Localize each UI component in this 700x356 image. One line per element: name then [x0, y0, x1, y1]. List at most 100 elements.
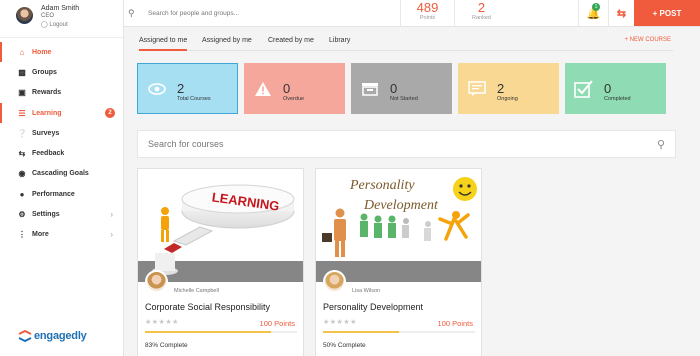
sidebar-item-learning[interactable]: ☰ Learning 2	[0, 102, 123, 124]
rating-stars[interactable]: ★★★★★	[323, 318, 357, 326]
question-icon: ❔	[17, 128, 27, 138]
points-stat[interactable]: 489 Points	[400, 0, 454, 27]
ongoing-card[interactable]: 2 Ongoing	[458, 63, 559, 114]
card-text: 0 Not Started	[390, 82, 418, 102]
avatar[interactable]	[16, 7, 33, 24]
sidebar-item-more[interactable]: ⋮ More ›	[0, 225, 123, 245]
tab-assigned-to-me[interactable]: Assigned to me	[139, 37, 188, 51]
logo-text: engagedly	[34, 330, 87, 342]
learning-badge: 2	[105, 108, 115, 119]
box-icon	[359, 78, 381, 100]
card-label: Not Started	[390, 95, 418, 102]
user-profile[interactable]: Adam Smith CEO ◯ Logout	[0, 0, 123, 38]
card-label: Total Courses	[177, 95, 211, 102]
warning-icon	[252, 78, 274, 100]
course-title[interactable]: Personality Development	[323, 302, 423, 312]
course-card[interactable]: LEARNING Michelle Campbell Corporate Soc…	[137, 168, 304, 356]
completed-card[interactable]: 0 Completed	[565, 63, 666, 114]
chevron-right-icon: ›	[110, 210, 113, 220]
completion-text: 50% Complete	[323, 342, 366, 349]
sidebar-item-surveys[interactable]: ❔ Surveys	[0, 123, 123, 143]
card-label: Overdue	[283, 95, 305, 102]
total-courses-card[interactable]: 2 Total Courses	[137, 63, 238, 114]
logout-link[interactable]: ◯ Logout	[41, 21, 79, 28]
card-value: 2	[177, 80, 185, 96]
summary-cards: 2 Total Courses 0 Overdue 0 Not Started …	[137, 63, 695, 114]
sidebar-item-groups[interactable]: ▩ Groups	[0, 62, 123, 82]
ranked-stat[interactable]: 2 Ranked	[454, 0, 508, 27]
sidebar-item-performance[interactable]: ● Performance	[0, 184, 123, 204]
tab-assigned-by-me[interactable]: Assigned by me	[202, 37, 252, 44]
search-input[interactable]	[148, 9, 388, 17]
not-started-card[interactable]: 0 Not Started	[351, 63, 452, 114]
rating-stars[interactable]: ★★★★★	[145, 318, 179, 326]
image-text-2: Development	[363, 198, 439, 213]
overdue-card[interactable]: 0 Overdue	[244, 63, 345, 114]
sidebar-item-home[interactable]: ⌂ Home	[0, 42, 123, 63]
course-author: Michelle Campbell	[174, 288, 219, 294]
tab-created-by-me[interactable]: Created by me	[268, 37, 314, 44]
course-author: Lisa Wilson	[352, 288, 381, 294]
sidebar-item-settings[interactable]: ⚙ Settings ›	[0, 204, 123, 224]
user-role: CEO	[41, 13, 55, 19]
chat-icon	[466, 78, 488, 100]
topbar: ⚲ 489 Points 2 Ranked 🔔 1 ⇆ + POST	[124, 0, 700, 27]
progress-bar	[323, 331, 475, 333]
new-course-button[interactable]: + NEW COURSE	[624, 37, 671, 43]
search-icon[interactable]: ⚲	[657, 138, 665, 151]
sidebar-nav: ⌂ Home ▩ Groups ▣ Rewards ☰ Learning 2 ❔…	[0, 42, 123, 245]
course-points: 100 Points	[437, 319, 473, 328]
progress-fill	[145, 331, 272, 333]
sidebar-item-rewards[interactable]: ▣ Rewards	[0, 83, 123, 103]
notifications-button[interactable]: 🔔 1	[578, 0, 608, 27]
course-image: Personality Development	[316, 169, 481, 282]
groups-icon: ▩	[18, 67, 26, 77]
chevron-right-icon: ›	[110, 230, 113, 240]
sidebar-item-label: Learning	[32, 109, 62, 117]
points-label: Points	[419, 15, 436, 21]
sidebar-item-feedback[interactable]: ⇆ Feedback	[0, 143, 123, 163]
sidebar-item-label: Feedback	[32, 150, 65, 158]
sidebar-item-cascading-goals[interactable]: ◉ Cascading Goals	[0, 164, 123, 184]
card-value: 0	[390, 80, 398, 96]
logout-label[interactable]: Logout	[49, 22, 67, 28]
card-text: 2 Total Courses	[177, 82, 211, 102]
tab-library[interactable]: Library	[329, 37, 350, 44]
sidebar-item-label: Cascading Goals	[32, 170, 89, 178]
course-tabs: Assigned to me Assigned by me Created by…	[137, 33, 673, 51]
card-label: Ongoing	[497, 95, 518, 102]
global-search[interactable]: ⚲	[128, 5, 398, 21]
user-name: Adam Smith	[41, 5, 80, 12]
home-icon: ⌂	[19, 47, 25, 57]
sidebar-item-label: Home	[32, 48, 52, 56]
check-icon	[573, 78, 595, 100]
progress-bar	[145, 331, 297, 333]
gift-icon: ▣	[18, 88, 26, 98]
card-value: 2	[497, 80, 505, 96]
course-points: 100 Points	[259, 319, 295, 328]
avatar[interactable]	[323, 270, 346, 293]
feedback-icon: ⇆	[18, 149, 26, 159]
course-search[interactable]: ⚲	[137, 130, 676, 158]
progress-fill	[323, 331, 399, 333]
more-icon: ⋮	[18, 230, 26, 240]
course-image: LEARNING	[138, 169, 303, 282]
course-title[interactable]: Corporate Social Responsibility	[145, 302, 270, 312]
search-icon: ⚲	[128, 7, 135, 18]
sidebar-item-label: Rewards	[32, 89, 62, 97]
post-button[interactable]: + POST	[634, 0, 700, 26]
points-value: 489	[416, 0, 439, 15]
sidebar-item-label: Groups	[32, 68, 57, 76]
card-label: Completed	[604, 95, 631, 102]
avatar[interactable]	[145, 270, 168, 293]
performance-icon: ●	[19, 189, 25, 199]
sidebar-item-label: Surveys	[32, 129, 60, 137]
eye-icon	[146, 78, 168, 100]
engagedly-logo[interactable]: engagedly	[18, 330, 87, 342]
notification-count: 1	[592, 3, 600, 11]
completion-text: 83% Complete	[145, 342, 188, 349]
course-search-input[interactable]	[148, 139, 638, 149]
card-value: 0	[604, 80, 612, 96]
course-card[interactable]: Personality Development Lisa Wilson Pers…	[315, 168, 482, 356]
switch-button[interactable]: ⇆	[608, 0, 634, 27]
